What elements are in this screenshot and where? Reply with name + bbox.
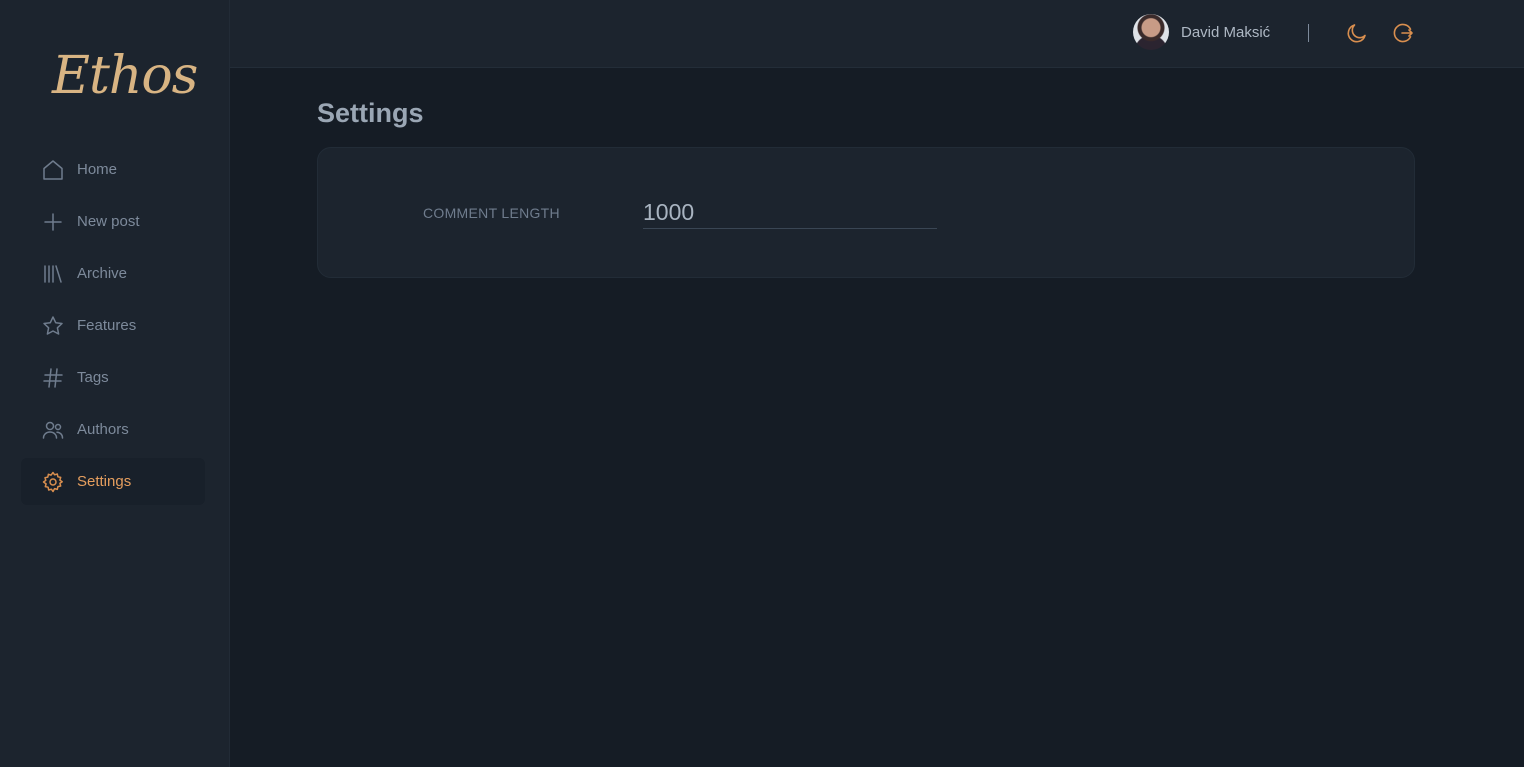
comment-length-input[interactable] bbox=[643, 196, 937, 229]
avatar[interactable] bbox=[1133, 14, 1169, 50]
sidebar-item-tags[interactable]: Tags bbox=[21, 354, 205, 401]
sidebar-item-new-post[interactable]: New post bbox=[21, 198, 205, 245]
sidebar: Ethos Home New post Archive Features Tag… bbox=[0, 0, 230, 767]
hash-icon bbox=[41, 366, 65, 390]
gear-icon bbox=[41, 470, 65, 494]
user-name[interactable]: David Maksić bbox=[1181, 24, 1270, 41]
sidebar-item-label: Tags bbox=[77, 369, 109, 386]
sidebar-item-label: Home bbox=[77, 161, 118, 178]
sidebar-item-archive[interactable]: Archive bbox=[21, 250, 205, 297]
sidebar-item-label: Authors bbox=[77, 421, 129, 438]
plus-icon bbox=[41, 210, 65, 234]
sidebar-item-features[interactable]: Features bbox=[21, 302, 205, 349]
sidebar-nav: Home New post Archive Features Tags Auth… bbox=[21, 146, 205, 510]
settings-card: COMMENT LENGTH bbox=[317, 147, 1415, 278]
page-title: Settings bbox=[317, 98, 424, 128]
users-icon bbox=[41, 418, 65, 442]
home-icon bbox=[41, 158, 65, 182]
sidebar-item-authors[interactable]: Authors bbox=[21, 406, 205, 453]
logout-icon[interactable] bbox=[1391, 21, 1415, 45]
top-bar: David Maksić bbox=[230, 0, 1524, 68]
sidebar-item-label: Settings bbox=[77, 473, 132, 490]
star-icon bbox=[41, 314, 65, 338]
comment-length-label: COMMENT LENGTH bbox=[423, 205, 560, 221]
library-icon bbox=[41, 262, 65, 286]
app-logo[interactable]: Ethos bbox=[52, 46, 198, 106]
sidebar-item-label: Archive bbox=[77, 265, 128, 282]
sidebar-item-label: Features bbox=[77, 317, 137, 334]
header-divider bbox=[1308, 24, 1309, 42]
sidebar-item-label: New post bbox=[77, 213, 140, 230]
sidebar-item-home[interactable]: Home bbox=[21, 146, 205, 193]
sidebar-item-settings[interactable]: Settings bbox=[21, 458, 205, 505]
moon-icon[interactable] bbox=[1345, 21, 1369, 45]
